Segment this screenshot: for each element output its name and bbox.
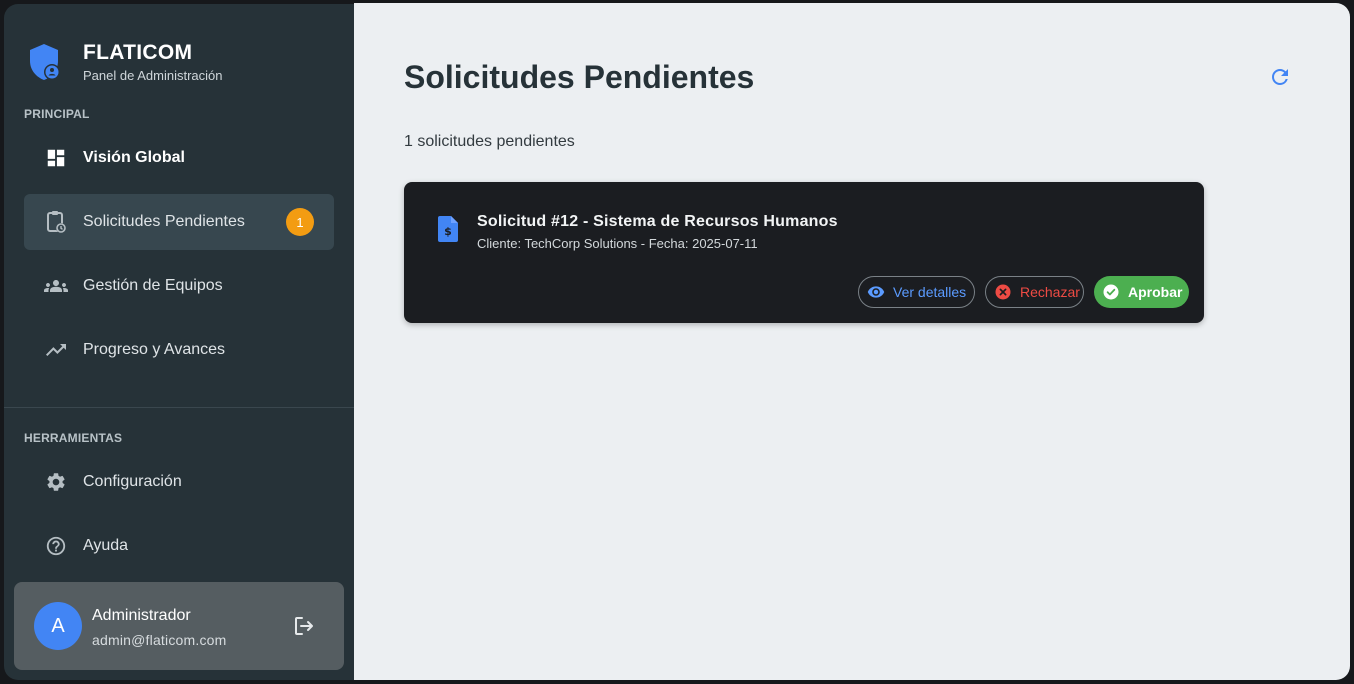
sidebar-item-label: Configuración (83, 473, 182, 490)
sidebar-item-label: Solicitudes Pendientes (83, 213, 245, 230)
section-label-herramientas: HERRAMIENTAS (24, 431, 123, 445)
pending-count-badge: 1 (286, 208, 314, 236)
reject-button[interactable]: Rechazar (985, 276, 1084, 308)
avatar: A (34, 602, 82, 650)
user-card: A Administrador admin@flaticom.com (14, 582, 344, 670)
request-title: Solicitud #12 - Sistema de Recursos Huma… (477, 213, 838, 230)
view-details-button[interactable]: Ver detalles (858, 276, 975, 308)
approve-label: Aprobar (1128, 284, 1183, 300)
shield-user-icon (30, 44, 60, 80)
sidebar-item-label: Ayuda (83, 537, 129, 554)
sidebar-item-configuracion[interactable]: Configuración (24, 454, 334, 510)
sidebar: FLATICOM Panel de Administración PRINCIP… (4, 4, 354, 680)
svg-text:$: $ (444, 225, 452, 238)
sidebar-item-ayuda[interactable]: Ayuda (24, 518, 334, 574)
user-email: admin@flaticom.com (92, 632, 227, 648)
pending-count-text: 1 solicitudes pendientes (404, 133, 575, 150)
brand: FLATICOM Panel de Administración (28, 40, 222, 83)
clipboard-clock-icon (44, 210, 68, 234)
sidebar-item-vision-global[interactable]: Visión Global (24, 130, 334, 186)
sidebar-item-label: Visión Global (83, 149, 185, 166)
request-subtitle: Cliente: TechCorp Solutions - Fecha: 202… (477, 236, 758, 251)
reject-label: Rechazar (1020, 284, 1080, 300)
sidebar-item-label: Gestión de Equipos (83, 277, 223, 294)
sidebar-item-gestion-equipos[interactable]: Gestión de Equipos (24, 258, 334, 314)
help-icon (44, 534, 68, 558)
trending-up-icon (44, 338, 68, 362)
page-title: Solicitudes Pendientes (404, 59, 755, 95)
sidebar-divider (4, 407, 354, 408)
sidebar-item-label: Progreso y Avances (83, 341, 226, 358)
main-content: Solicitudes Pendientes 1 solicitudes pen… (354, 3, 1350, 680)
section-label-principal: PRINCIPAL (24, 107, 90, 121)
brand-subtitle: Panel de Administración (83, 68, 223, 83)
check-circle-icon (1102, 283, 1120, 301)
dashboard-icon (44, 146, 68, 170)
view-details-label: Ver detalles (893, 284, 967, 300)
groups-icon (44, 274, 68, 298)
refresh-icon[interactable] (1268, 65, 1292, 89)
brand-title: FLATICOM (83, 41, 193, 64)
document-dollar-icon: $ (437, 215, 461, 243)
approve-button[interactable]: Aprobar (1094, 276, 1189, 308)
eye-icon (867, 283, 885, 301)
user-name: Administrador (92, 607, 191, 624)
sidebar-item-progreso-avances[interactable]: Progreso y Avances (24, 322, 334, 378)
cancel-circle-icon (994, 283, 1012, 301)
sidebar-item-solicitudes-pendientes[interactable]: Solicitudes Pendientes 1 (24, 194, 334, 250)
gear-icon (44, 470, 68, 494)
request-card: $ Solicitud #12 - Sistema de Recursos Hu… (404, 182, 1204, 323)
logout-icon[interactable] (292, 614, 316, 638)
